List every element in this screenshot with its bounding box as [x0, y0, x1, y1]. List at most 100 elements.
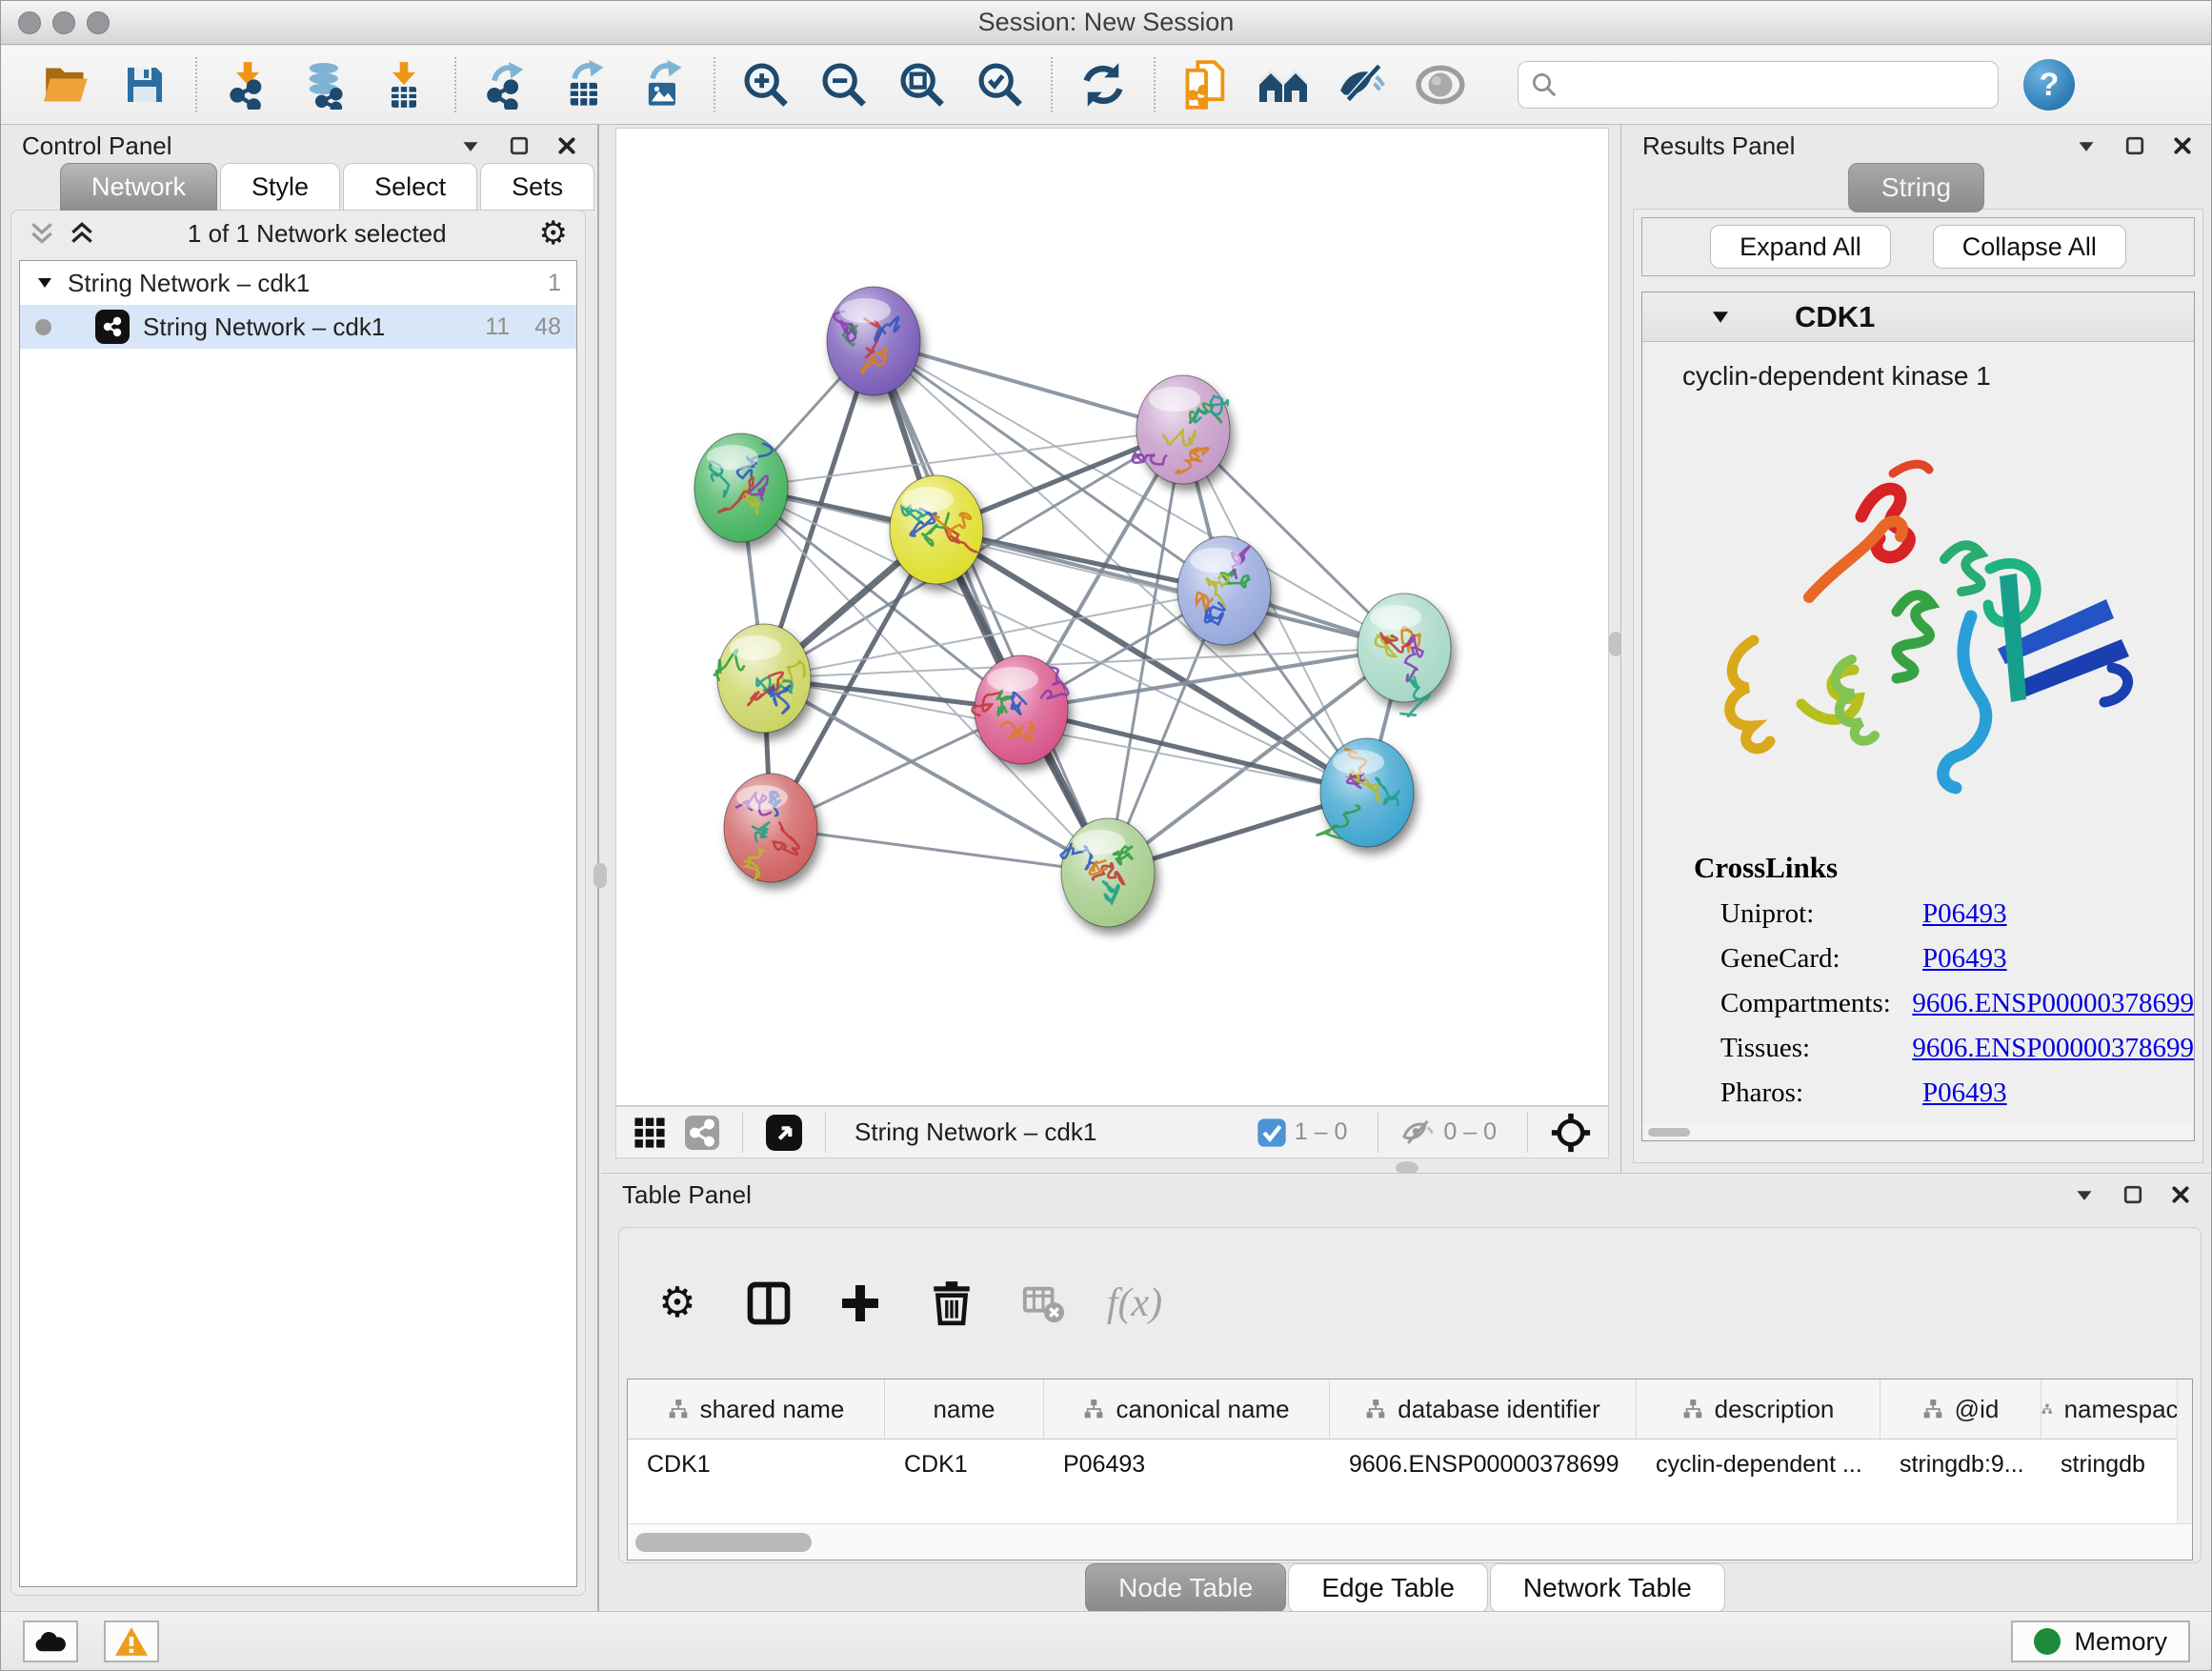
- column-header-shared-name[interactable]: shared name: [628, 1379, 885, 1439]
- refresh-layout-button[interactable]: [1064, 51, 1142, 118]
- expand-all-button[interactable]: Expand All: [1710, 225, 1891, 269]
- zoom-out-button[interactable]: [805, 51, 883, 118]
- network-label: String Network – cdk1: [143, 312, 385, 342]
- float-panel-button[interactable]: [460, 139, 481, 153]
- table-hscrollbar[interactable]: [628, 1523, 2192, 1560]
- help-button[interactable]: ?: [2023, 59, 2075, 111]
- birds-eye-view-button[interactable]: [1541, 1112, 1600, 1154]
- help-glyph: ?: [2040, 67, 2060, 104]
- node-ccnb1: [714, 624, 811, 733]
- open-file-button[interactable]: [28, 51, 106, 118]
- hide-selected-button[interactable]: [1323, 51, 1401, 118]
- maximize-panel-button[interactable]: [2123, 1185, 2142, 1204]
- square-icon: [2125, 136, 2144, 155]
- open-folder-icon: [41, 62, 92, 108]
- zoom-fit-button[interactable]: [883, 51, 961, 118]
- collapse-all-tree-button[interactable]: [29, 220, 55, 247]
- gene-section-header[interactable]: CDK1: [1642, 292, 2194, 342]
- save-session-button[interactable]: [106, 51, 184, 118]
- tab-node-table[interactable]: Node Table: [1085, 1563, 1286, 1613]
- column-header-id[interactable]: @id: [1880, 1379, 2041, 1439]
- close-panel-button[interactable]: [2173, 136, 2192, 155]
- crosslink-row: Tissues:9606.ENSP00000378699: [1720, 1033, 2194, 1064]
- tab-string[interactable]: String: [1848, 163, 1984, 212]
- network-view-button[interactable]: [675, 1112, 729, 1154]
- function-builder-button[interactable]: f(x): [1105, 1274, 1164, 1333]
- double-chevron-down-icon: [29, 220, 55, 247]
- results-hscrollbar[interactable]: [1644, 1125, 2192, 1138]
- export-table-button[interactable]: [546, 51, 624, 118]
- app-window: Session: New Session: [0, 0, 2212, 1671]
- close-icon: [2173, 136, 2192, 155]
- column-header-description[interactable]: description: [1637, 1379, 1880, 1439]
- close-panel-button[interactable]: [2171, 1185, 2190, 1204]
- attribute-type-icon: [2041, 1399, 2053, 1419]
- network-collection-row[interactable]: String Network – cdk1 1: [20, 261, 576, 305]
- column-header-namespace[interactable]: namespace: [2041, 1379, 2192, 1439]
- network-canvas[interactable]: CCNB2CCNA1CDC25BCDK1CDC6RB1CCNB1CCNA2CDK…: [615, 128, 1609, 1106]
- expand-all-tree-button[interactable]: [69, 220, 95, 247]
- results-panel: Results Panel String Expand All Collapse…: [1620, 125, 2212, 1173]
- tab-network-table[interactable]: Network Table: [1490, 1563, 1725, 1613]
- footer-separator: [742, 1113, 743, 1153]
- detach-view-button[interactable]: [756, 1112, 812, 1154]
- left-splitter-handle[interactable]: [593, 863, 607, 888]
- warnings-button[interactable]: [104, 1621, 159, 1662]
- maximize-panel-button[interactable]: [2125, 136, 2144, 155]
- tissues-link[interactable]: 9606.ENSP00000378699: [1912, 1033, 2194, 1064]
- tab-sets[interactable]: Sets: [480, 163, 594, 211]
- collapse-all-button[interactable]: Collapse All: [1933, 225, 2126, 269]
- selected-indicator[interactable]: 1 – 0: [1247, 1112, 1365, 1154]
- tab-style[interactable]: Style: [220, 163, 340, 211]
- import-network-file-button[interactable]: [209, 51, 287, 118]
- column-header-canonical-name[interactable]: canonical name: [1044, 1379, 1330, 1439]
- show-columns-button[interactable]: [739, 1274, 798, 1333]
- float-panel-button[interactable]: [2076, 139, 2097, 153]
- close-window-button[interactable]: [18, 11, 41, 34]
- uniprot-link[interactable]: P06493: [1922, 898, 2007, 930]
- import-network-database-button[interactable]: [287, 51, 365, 118]
- close-icon: [2171, 1185, 2190, 1204]
- table-options-button[interactable]: ⚙: [648, 1274, 707, 1333]
- close-panel-button[interactable]: [557, 136, 576, 155]
- pharos-link[interactable]: P06493: [1922, 1077, 2007, 1109]
- column-header-name[interactable]: name: [885, 1379, 1044, 1439]
- network-row[interactable]: String Network – cdk1 11 48: [20, 305, 576, 349]
- gene-name: CDK1: [1795, 300, 1875, 334]
- clone-network-button[interactable]: [1167, 51, 1245, 118]
- zoom-window-button[interactable]: [87, 11, 110, 34]
- tab-select[interactable]: Select: [343, 163, 477, 211]
- footer-separator: [825, 1113, 826, 1153]
- create-column-button[interactable]: [831, 1274, 890, 1333]
- show-all-button[interactable]: [1401, 51, 1479, 118]
- search-input[interactable]: [1558, 66, 1986, 104]
- chevron-down-icon: [2076, 139, 2097, 153]
- minimize-window-button[interactable]: [52, 11, 75, 34]
- maximize-panel-button[interactable]: [510, 136, 529, 155]
- tab-edge-table[interactable]: Edge Table: [1288, 1563, 1488, 1613]
- first-neighbors-button[interactable]: [1245, 51, 1323, 118]
- cloud-status-button[interactable]: [23, 1621, 78, 1662]
- column-header-database-identifier[interactable]: database identifier: [1330, 1379, 1637, 1439]
- zoom-in-button[interactable]: [727, 51, 805, 118]
- float-panel-button[interactable]: [2074, 1188, 2095, 1202]
- table-vscrollbar[interactable]: [2177, 1379, 2192, 1523]
- hscrollbar-thumb[interactable]: [635, 1533, 812, 1552]
- memory-button[interactable]: Memory: [2011, 1621, 2190, 1662]
- import-table-button[interactable]: [365, 51, 443, 118]
- export-network-button[interactable]: [468, 51, 546, 118]
- eye-slash-gray-icon: [1401, 1118, 1436, 1147]
- zoom-selected-button[interactable]: [961, 51, 1039, 118]
- network-options-gear[interactable]: ⚙: [539, 217, 568, 250]
- export-image-button[interactable]: [624, 51, 702, 118]
- compartments-link[interactable]: 9606.ENSP00000378699: [1912, 988, 2194, 1019]
- external-link-icon: [766, 1115, 802, 1151]
- hidden-indicator[interactable]: 0 – 0: [1392, 1112, 1514, 1154]
- delete-table-button[interactable]: [1014, 1274, 1073, 1333]
- grid-view-button[interactable]: [624, 1112, 675, 1154]
- tab-network[interactable]: Network: [60, 163, 217, 211]
- genecard-link[interactable]: P06493: [1922, 943, 2007, 975]
- window-title: Session: New Session: [1, 8, 2211, 37]
- table-row[interactable]: CDK1 CDK1 P06493 9606.ENSP00000378699 cy…: [628, 1439, 2192, 1489]
- delete-column-button[interactable]: [922, 1274, 981, 1333]
